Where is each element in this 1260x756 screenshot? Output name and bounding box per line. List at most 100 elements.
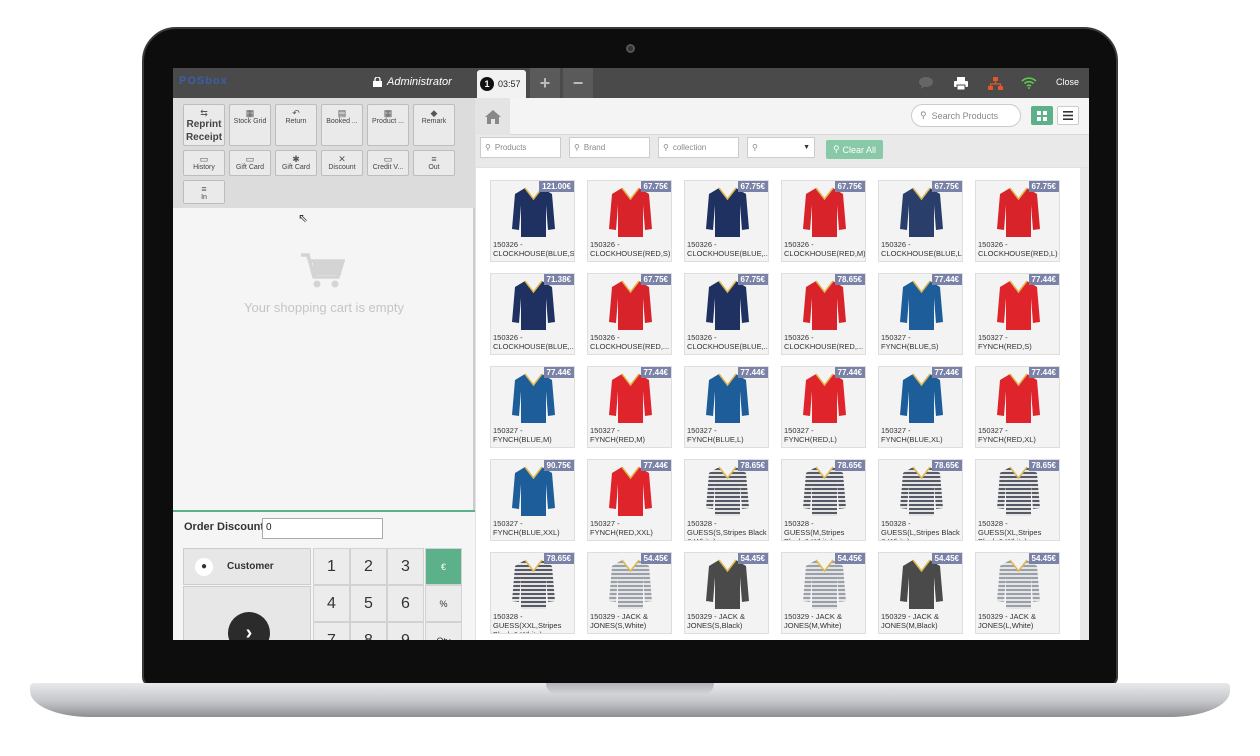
sweater-image (803, 466, 846, 516)
product-card[interactable]: 71.38€ 150326 - CLOCKHOUSE(BLUE,... (490, 273, 575, 355)
sweater-image (706, 280, 749, 330)
product-name: 150326 - CLOCKHOUSE(RED,... (784, 333, 864, 351)
numpad-key-7[interactable]: 7 (313, 622, 350, 640)
grid-view-button[interactable] (1031, 106, 1053, 125)
product-card[interactable]: 90.75€ 150327 - FYNCH(BLUE,XXL) (490, 459, 575, 541)
remove-order-button[interactable]: − (563, 68, 593, 98)
product-card[interactable]: 77.44€ 150327 - FYNCH(BLUE,S) (878, 273, 963, 355)
product-card[interactable]: 77.44€ 150327 - FYNCH(RED,L) (781, 366, 866, 448)
product-name: 150328 - GUESS(S,Stripes Black & White) (687, 519, 767, 540)
clear-all-button[interactable]: ⚲ Clear All (826, 140, 883, 159)
stock-grid-button[interactable]: ▦ Stock Grid (229, 104, 271, 146)
gift-card-2-button[interactable]: ✱ Gift Card (275, 150, 317, 176)
product-card[interactable]: 77.44€ 150327 - FYNCH(RED,M) (587, 366, 672, 448)
product-card[interactable]: 77.44€ 150327 - FYNCH(BLUE,XL) (878, 366, 963, 448)
product-scrollbar[interactable] (1080, 168, 1089, 640)
search-icon: ⚲ (663, 143, 669, 152)
product-card[interactable]: 121.00€ 150326 - CLOCKHOUSE(BLUE,S) (490, 180, 575, 262)
search-icon: ⚲ (485, 143, 491, 152)
price-badge: 77.44€ (543, 367, 574, 378)
credit-voucher-button[interactable]: ▭ Credit V... (367, 150, 409, 176)
numpad-key-8[interactable]: 8 (350, 622, 387, 640)
tag-icon: ◆ (430, 108, 438, 118)
list-view-button[interactable] (1057, 106, 1079, 125)
order-discount-input[interactable]: 0 (262, 518, 383, 539)
product-name: 150327 - FYNCH(RED,S) (978, 333, 1032, 351)
wifi-icon[interactable] (1021, 75, 1037, 91)
product-card[interactable]: 54.45€ 150329 - JACK & JONES(S,White) (587, 552, 672, 634)
product-card[interactable]: 78.65€ 150328 - GUESS(S,Stripes Black & W… (684, 459, 769, 541)
product-name: 150327 - FYNCH(RED,XL) (978, 426, 1036, 444)
user-info[interactable]: Administrator (373, 76, 452, 88)
product-card[interactable]: 54.45€ 150329 - JACK & JONES(M,White) (781, 552, 866, 634)
history-button[interactable]: ▭ History (183, 150, 225, 176)
product-name: 150327 - FYNCH(RED,M) (590, 426, 645, 444)
sweater-image (609, 187, 652, 237)
gift-card-button[interactable]: ▭ Gift Card (229, 150, 271, 176)
product-card[interactable]: 67.75€ 150326 - CLOCKHOUSE(RED,L) (975, 180, 1060, 262)
printer-icon[interactable] (953, 75, 969, 91)
product-card[interactable]: 54.45€ 150329 - JACK & JONES(S,Black) (684, 552, 769, 634)
left-pane: ⇆ Reprint Receipt ▦ Stock Grid ↶ Return ▤ Bo… (173, 98, 475, 640)
chat-icon[interactable] (918, 75, 934, 91)
product-card[interactable]: 54.45€ 150329 - JACK & JONES(L,White) (975, 552, 1060, 634)
product-card[interactable]: 77.44€ 150327 - FYNCH(BLUE,M) (490, 366, 575, 448)
order-tab[interactable]: 1 03:57 (477, 70, 526, 98)
price-badge: 67.75€ (834, 181, 865, 192)
order-time: 03:57 (498, 79, 521, 89)
numpad-key-5[interactable]: 5 (350, 585, 387, 622)
order-number: 1 (480, 77, 494, 91)
cash-in-button[interactable]: ≡ In (183, 180, 225, 204)
numpad-key-4[interactable]: 4 (313, 585, 350, 622)
add-order-button[interactable]: + (530, 68, 560, 98)
product-card[interactable]: 78.65€ 150328 - GUESS(M,Stripes Black & W… (781, 459, 866, 541)
numpad-key-9[interactable]: 9 (387, 622, 424, 640)
cash-out-button[interactable]: ≡ Out (413, 150, 455, 176)
product-card[interactable]: 67.75€ 150326 - CLOCKHOUSE(RED,... (587, 273, 672, 355)
product-card[interactable]: 77.44€ 150327 - FYNCH(RED,S) (975, 273, 1060, 355)
price-badge: 78.65€ (834, 274, 865, 285)
sweater-image (609, 373, 652, 423)
product-card[interactable]: 78.65€ 150328 - GUESS(XL,Stripes Black & … (975, 459, 1060, 541)
product-card[interactable]: 77.44€ 150327 - FYNCH(BLUE,L) (684, 366, 769, 448)
product-card[interactable]: 67.75€ 150326 - CLOCKHOUSE(BLUE,L) (878, 180, 963, 262)
home-button[interactable] (476, 98, 510, 135)
product-card[interactable]: 78.65€ 150328 - GUESS(L,Stripes Black & W… (878, 459, 963, 541)
numpad-key-qty[interactable]: Qty (425, 622, 462, 640)
close-button[interactable]: Close (1056, 77, 1079, 87)
product-card[interactable]: 78.65€ 150326 - CLOCKHOUSE(RED,... (781, 273, 866, 355)
product-card[interactable]: 67.75€ 150326 - CLOCKHOUSE(BLUE,... (684, 180, 769, 262)
numpad-key-6[interactable]: 6 (387, 585, 424, 622)
remark-button[interactable]: ◆ Remark (413, 104, 455, 146)
brand-filter[interactable]: ⚲ Brand (569, 137, 650, 158)
products-filter[interactable]: ⚲ Products (480, 137, 561, 158)
product-card[interactable]: 67.75€ 150326 - CLOCKHOUSE(RED,M) (781, 180, 866, 262)
sweater-image (997, 187, 1040, 237)
collection-filter[interactable]: ⚲ collection (658, 137, 739, 158)
booked-button[interactable]: ▤ Booked ... (321, 104, 363, 146)
product-card[interactable]: 77.44€ 150327 - FYNCH(RED,XXL) (587, 459, 672, 541)
product-name: 150327 - FYNCH(BLUE,XL) (881, 426, 943, 444)
numpad-key-price[interactable]: € (425, 548, 462, 585)
return-button[interactable]: ↶ Return (275, 104, 317, 146)
payment-button[interactable]: › (183, 586, 311, 640)
product-button[interactable]: ▦ Product ... (367, 104, 409, 146)
search-input[interactable]: ⚲ Search Products (911, 104, 1021, 127)
discount-button[interactable]: ✕ Discount (321, 150, 363, 176)
numpad-key-2[interactable]: 2 (350, 548, 387, 585)
numpad-key-1[interactable]: 1 (313, 548, 350, 585)
reprint-receipt-button[interactable]: ⇆ Reprint Receipt (183, 104, 225, 146)
product-card[interactable]: 67.75€ 150326 - CLOCKHOUSE(BLUE,... (684, 273, 769, 355)
product-card[interactable]: 67.75€ 150326 - CLOCKHOUSE(RED,S) (587, 180, 672, 262)
pos-screen: POSbox Administrator 1 03:57 + − Close ⇆… (173, 68, 1089, 640)
sweater-image (997, 466, 1040, 516)
numpad-key-percent[interactable]: % (425, 585, 462, 622)
customer-button[interactable]: ● Customer (183, 548, 311, 585)
numpad-key-3[interactable]: 3 (387, 548, 424, 585)
product-card[interactable]: 77.44€ 150327 - FYNCH(RED,XL) (975, 366, 1060, 448)
product-name: 150326 - CLOCKHOUSE(BLUE,L) (881, 240, 963, 258)
category-select[interactable]: ⚲ ▼ (747, 137, 815, 158)
network-icon[interactable] (987, 75, 1003, 91)
product-card[interactable]: 78.65€ 150328 - GUESS(XXL,Stripes Black &… (490, 552, 575, 634)
product-card[interactable]: 54.45€ 150329 - JACK & JONES(M,Black) (878, 552, 963, 634)
